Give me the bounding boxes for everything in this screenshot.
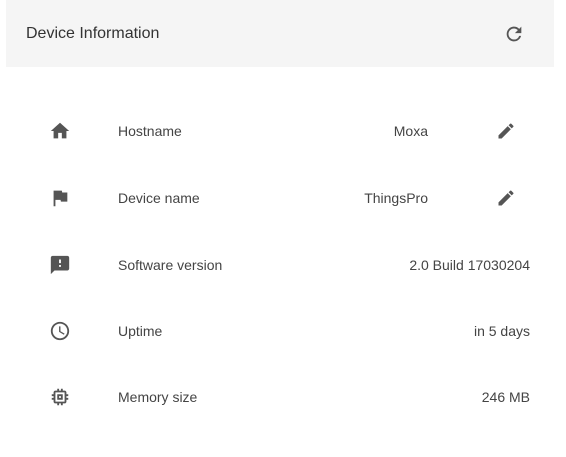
- pencil-icon: [496, 188, 516, 208]
- software-version-value: 2.0 Build 17030204: [409, 257, 530, 273]
- refresh-icon: [503, 23, 525, 45]
- card-title: Device Information: [26, 25, 160, 42]
- info-row-device-name: Device name ThingsPro: [6, 178, 554, 218]
- uptime-label: Uptime: [118, 323, 163, 339]
- hostname-label: Hostname: [118, 123, 182, 139]
- uptime-value: in 5 days: [473, 323, 530, 339]
- info-row-hostname: Hostname Moxa: [6, 111, 554, 151]
- info-row-uptime: Uptime in 5 days: [6, 311, 554, 351]
- refresh-button[interactable]: [500, 20, 528, 48]
- memory-size-label: Memory size: [118, 389, 198, 405]
- device-name-value: ThingsPro: [364, 190, 428, 206]
- memory-size-value: 246 MB: [481, 389, 530, 405]
- flag-icon: [48, 186, 72, 210]
- edit-device-name-button[interactable]: [494, 186, 518, 210]
- edit-hostname-button[interactable]: [494, 119, 518, 143]
- memory-chip-icon: [48, 385, 72, 409]
- home-icon: [48, 119, 72, 143]
- device-name-label: Device name: [118, 190, 200, 206]
- pencil-icon: [496, 121, 516, 141]
- feedback-icon: [48, 253, 72, 277]
- clock-icon: [48, 319, 72, 343]
- software-version-label: Software version: [118, 257, 223, 273]
- hostname-value: Moxa: [393, 123, 428, 139]
- device-information-card: Device Information Hostname Moxa Device …: [6, 0, 554, 457]
- info-row-software-version: Software version 2.0 Build 17030204: [6, 245, 554, 285]
- info-row-memory-size: Memory size 246 MB: [6, 377, 554, 417]
- card-header: Device Information: [6, 0, 554, 67]
